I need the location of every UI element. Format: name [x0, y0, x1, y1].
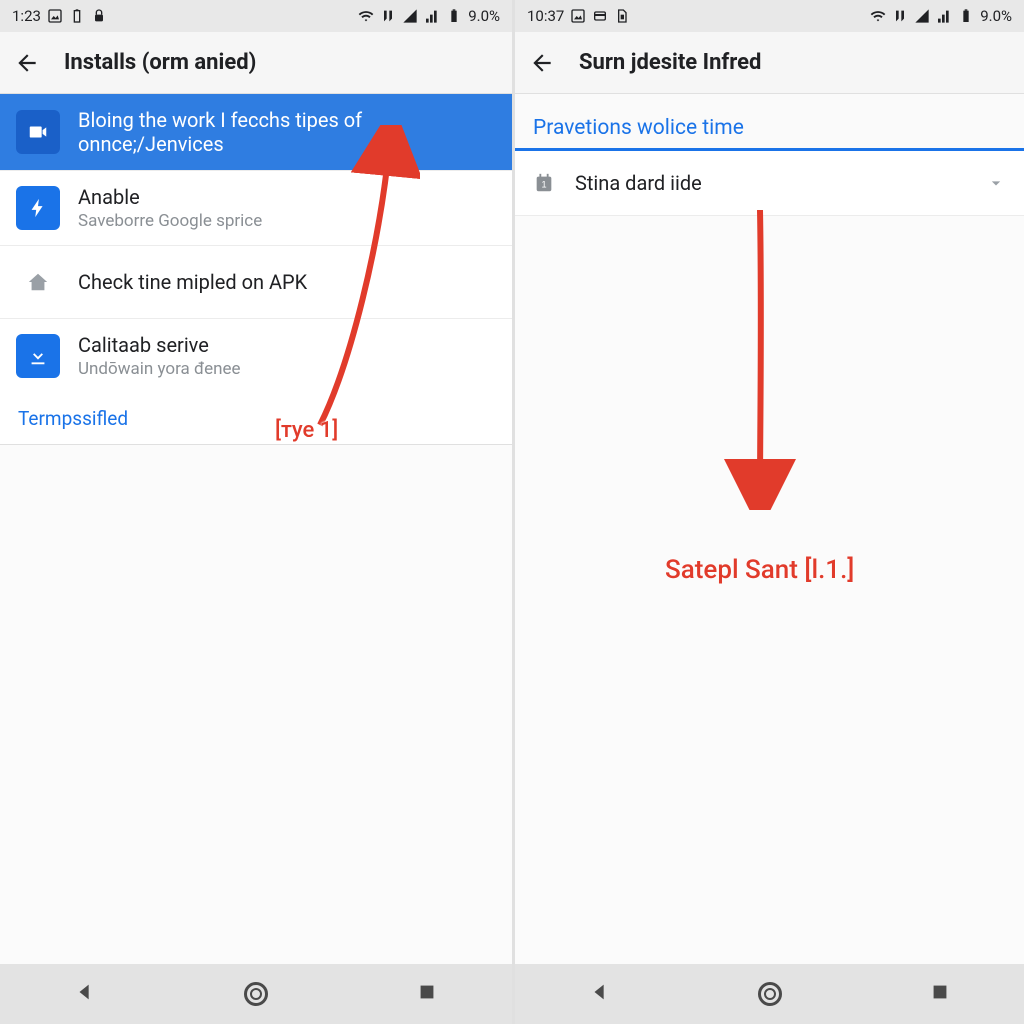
item-sub: Saveborre Google sprice [78, 211, 262, 231]
cell-icon [424, 8, 440, 24]
page-title: Installs (orm anied) [64, 50, 256, 75]
list-item[interactable]: Anable Saveborre Google sprice [0, 171, 512, 246]
nav-back-button[interactable] [74, 981, 96, 1007]
back-icon[interactable] [14, 50, 40, 76]
nav-recents-button[interactable] [929, 981, 951, 1007]
back-icon[interactable] [529, 50, 555, 76]
settings-list: Bloing the work I fecchs tipes of onnce;… [0, 94, 512, 393]
signal-icon [914, 8, 930, 24]
empty-area [0, 445, 512, 964]
status-battery-outline-icon [69, 8, 85, 24]
svg-text:1: 1 [541, 180, 546, 190]
nav-back-button[interactable] [589, 981, 611, 1007]
battery-icon [958, 8, 974, 24]
item-title: Bloing the work I fecchs tipes of onnce;… [78, 108, 496, 156]
list-item[interactable]: Calitaab serive Undōwain yora đenee [0, 319, 512, 393]
status-picture-icon [570, 8, 586, 24]
nav-home-button[interactable] [758, 982, 782, 1006]
item-title: Calitaab serive [78, 333, 241, 357]
item-title: Anable [78, 185, 262, 209]
nav-bar [0, 964, 512, 1024]
phone-left: 1:23 9.0% Installs (orm anied) [0, 0, 512, 1024]
status-bar: 10:37 9.0% [515, 0, 1024, 32]
footer-link[interactable]: Termpssifled [0, 393, 512, 445]
nav-recents-button[interactable] [416, 981, 438, 1007]
battery-icon [446, 8, 462, 24]
calendar-icon: 1 [533, 172, 555, 194]
nav-bar [515, 964, 1024, 1024]
nfc-icon [892, 8, 908, 24]
wifi-icon [358, 8, 374, 24]
status-battery-pct: 9.0% [980, 7, 1012, 25]
status-time: 10:37 [527, 7, 564, 25]
status-sim-icon [614, 8, 630, 24]
expandable-row[interactable]: 1 Stina dard iide [515, 151, 1024, 216]
status-battery-pct: 9.0% [468, 7, 500, 25]
home-icon [16, 260, 60, 304]
status-time: 1:23 [12, 7, 41, 25]
item-sub: Undōwain yora đenee [78, 359, 241, 379]
nfc-icon [380, 8, 396, 24]
bolt-icon [16, 186, 60, 230]
list-item[interactable]: Bloing the work I fecchs tipes of onnce;… [0, 94, 512, 171]
status-card-icon [592, 8, 608, 24]
list-item[interactable]: Check tine mipled on APK [0, 246, 512, 319]
video-icon [16, 110, 60, 154]
nav-home-button[interactable] [244, 982, 268, 1006]
item-title: Check tine mipled on APK [78, 270, 307, 294]
empty-area [515, 216, 1024, 964]
page-title: Surn jdesite Infred [579, 50, 761, 75]
chevron-down-icon [986, 173, 1006, 193]
wifi-icon [870, 8, 886, 24]
download-icon [16, 334, 60, 378]
status-bar: 1:23 9.0% [0, 0, 512, 32]
status-lock-icon [91, 8, 107, 24]
section-header: Pravetions wolice time [515, 94, 1024, 151]
status-picture-icon [47, 8, 63, 24]
signal-icon [402, 8, 418, 24]
app-bar: Surn jdesite Infred [515, 32, 1024, 94]
phone-right: 10:37 9.0% Surn jdesite Infred Pravetion… [512, 0, 1024, 1024]
row-label: Stina dard iide [575, 171, 966, 195]
app-bar: Installs (orm anied) [0, 32, 512, 94]
cell-icon [936, 8, 952, 24]
